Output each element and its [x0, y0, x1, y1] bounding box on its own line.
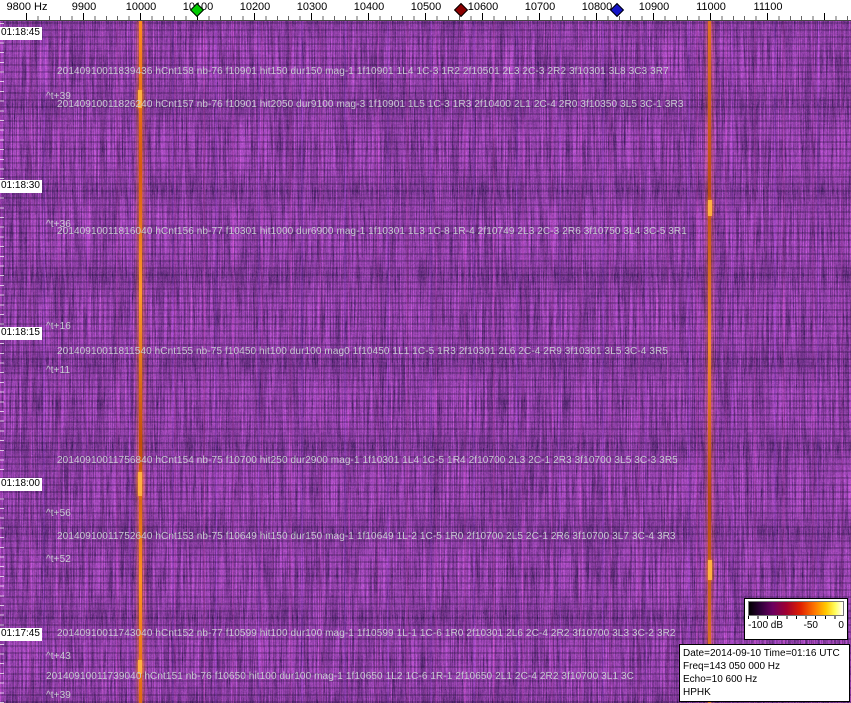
time-label: 01:17:45: [0, 628, 42, 641]
detection-data-line: 20140910011811540 hCnt155 nb-75 f10450 h…: [57, 346, 668, 357]
carrier-line-11000hz: [708, 20, 711, 703]
freq-label: 9800 Hz: [7, 1, 48, 13]
freq-label: 10000: [126, 1, 157, 13]
time-label: 01:18:45: [0, 27, 42, 40]
color-gradient-bar: [748, 601, 844, 616]
time-label: 01:18:15: [0, 327, 42, 340]
freq-label: 10300: [297, 1, 328, 13]
legend-labels: -100 dB -50 0: [748, 620, 844, 631]
freq-label: 10400: [354, 1, 385, 13]
time-offset-mark: ^t+43: [46, 651, 71, 662]
echo-burst: [708, 200, 712, 216]
freq-label: 9900: [72, 1, 96, 13]
time-offset-mark: ^t+52: [46, 554, 71, 565]
freq-label: 10900: [639, 1, 670, 13]
freq-label: 11000: [696, 1, 726, 13]
frequency-line: Freq=143 050 000 Hz: [683, 660, 849, 673]
detection-data-line: 20140910011816040 hCnt156 nb-77 f10301 h…: [57, 226, 687, 237]
station-id: HPHK: [683, 686, 849, 699]
legend-mid-label: -50: [804, 620, 818, 631]
freq-label: 10700: [525, 1, 556, 13]
detection-data-line: 20140910011756840 hCnt154 nb-75 f10700 h…: [57, 455, 678, 466]
time-offset-mark: ^t+11: [46, 365, 70, 376]
spectral-striations: [0, 20, 851, 703]
freq-label: 11100: [754, 1, 783, 13]
freq-label: 10800: [582, 1, 613, 13]
freq-label: 10200: [240, 1, 271, 13]
time-offset-mark: ^t+16: [46, 321, 71, 332]
frequency-ruler: 9800 Hz 9900 10000 10100 10200 10300 104…: [0, 0, 851, 21]
echo-burst: [708, 560, 712, 580]
freq-label: 10600: [468, 1, 499, 13]
carrier-line-10000hz: [139, 20, 142, 703]
legend-ticks: [748, 616, 844, 619]
time-label: 01:18:00: [0, 478, 42, 491]
detection-data-line: 20140910011839436 hCnt158 nb-76 f10901 h…: [57, 66, 669, 77]
date-time-line: Date=2014-09-10 Time=01:16 UTC: [683, 647, 849, 660]
time-offset-mark: ^t+39: [46, 690, 71, 701]
echo-line: Echo=10 600 Hz: [683, 673, 849, 686]
detection-data-line: 20140910011743040 hCnt152 nb-77 f10599 h…: [57, 628, 676, 639]
echo-burst: [138, 472, 142, 496]
legend-min-label: -100 dB: [748, 620, 783, 631]
detection-data-line: 20140910011739040 hCnt151 nb-76 f10650 h…: [46, 671, 634, 682]
spectrogram-canvas: [0, 20, 851, 703]
db-color-scale: -100 dB -50 0: [744, 598, 848, 640]
time-label: 01:18:30: [0, 180, 42, 193]
status-info-box: Date=2014-09-10 Time=01:16 UTC Freq=143 …: [679, 644, 850, 702]
freq-label: 10500: [411, 1, 442, 13]
time-axis-ticks: [0, 20, 4, 703]
detection-data-line: 20140910011826240 hCnt157 nb-76 f10901 h…: [57, 99, 684, 110]
legend-max-label: 0: [838, 620, 844, 631]
meteor-echo-spectrogram-window: 9800 Hz 9900 10000 10100 10200 10300 104…: [0, 0, 851, 703]
time-offset-mark: ^t+56: [46, 508, 71, 519]
ruler-major-ticks: [26, 13, 851, 20]
detection-data-line: 20140910011752640 hCnt153 nb-75 f10649 h…: [57, 531, 676, 542]
